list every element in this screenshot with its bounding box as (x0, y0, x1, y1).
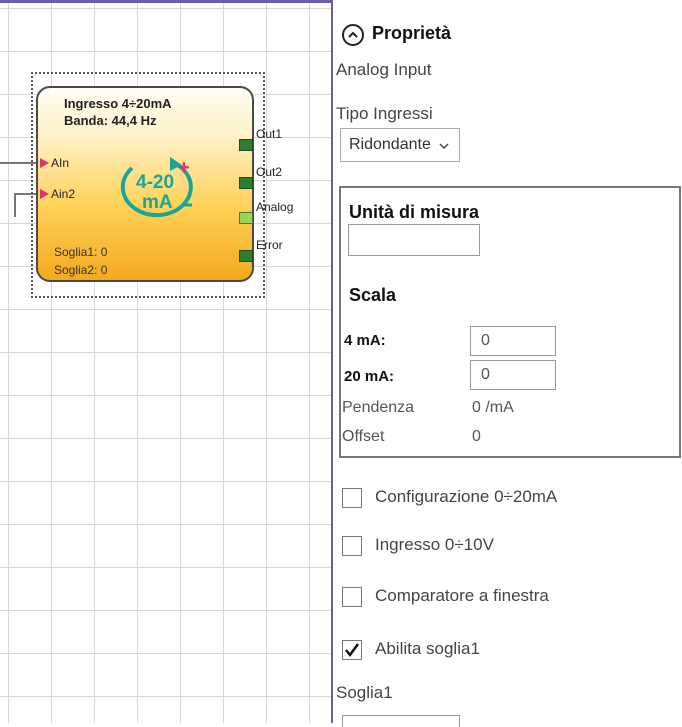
output-pin-out2[interactable] (239, 177, 253, 189)
input-type-selected-value: Ridondante (349, 136, 431, 153)
threshold1-input[interactable] (342, 715, 460, 727)
current-loop-icon: 4-20 mA + (120, 157, 193, 218)
output-pin-out1[interactable] (239, 139, 253, 151)
output-pin-out1-label: Out1 (256, 127, 283, 141)
checkbox-box[interactable] (342, 587, 362, 607)
output-pin-analog-label: Analog (256, 200, 294, 214)
block-threshold2: Soglia2: 0 (54, 263, 108, 277)
output-pin-error[interactable] (239, 250, 253, 262)
checkmark-icon (345, 643, 360, 658)
units-label: Unità di misura (349, 202, 480, 222)
canvas-top-border (0, 0, 331, 3)
checkbox-box[interactable] (342, 488, 362, 508)
output-pin-analog[interactable] (239, 212, 253, 224)
offset-value: 0 (472, 428, 481, 445)
icon-text-top: 4-20 (136, 172, 174, 193)
slope-label: Pendenza (342, 399, 415, 416)
ma4-input[interactable]: 0 (470, 326, 556, 356)
collapse-chevron-icon[interactable] (342, 24, 364, 46)
checkbox-label: Ingresso 0÷10V (375, 535, 494, 554)
input-pin-ain2-icon[interactable] (40, 189, 49, 199)
block-threshold1: Soglia1: 0 (54, 245, 108, 259)
component-type-label: Analog Input (336, 60, 432, 79)
checkbox-box-checked[interactable] (342, 640, 362, 660)
plus-icon: + (178, 157, 190, 179)
checkbox-label: Abilita soglia1 (375, 639, 480, 658)
output-pin-out2-label: Out2 (256, 165, 283, 179)
input-pin-ain-icon[interactable] (40, 158, 49, 168)
block-title: Ingresso 4÷20mA (64, 96, 172, 111)
checkbox-label: Comparatore a finestra (375, 586, 549, 605)
input-type-select[interactable]: Ridondante (340, 128, 460, 162)
ma20-input[interactable]: 0 (470, 360, 556, 390)
ma20-label: 20 mA: (344, 368, 395, 385)
icon-text-bottom: mA (142, 192, 173, 213)
units-input[interactable] (348, 224, 480, 256)
input-pin-ain-label: AIn (51, 156, 70, 170)
ma4-label: 4 mA: (344, 332, 386, 349)
properties-title: Proprietà (372, 23, 452, 43)
threshold1-label: Soglia1 (336, 683, 393, 702)
diagram-canvas[interactable]: Ingresso 4÷20mA Banda: 44,4 Hz AIn Ain2 … (0, 0, 331, 723)
chevron-down-icon (439, 143, 449, 150)
input-type-label: Tipo Ingressi (336, 104, 433, 123)
input-pin-ain2-label: Ain2 (51, 187, 76, 201)
checkbox-label: Configurazione 0÷20mA (375, 487, 558, 506)
wire-ain2-vertical (14, 193, 16, 217)
offset-label: Offset (342, 428, 385, 445)
checkbox-box[interactable] (342, 536, 362, 556)
block-band: Banda: 44,4 Hz (64, 113, 157, 128)
scale-label: Scala (349, 285, 397, 305)
slope-value: 0 /mA (472, 399, 514, 416)
output-pin-error-label: Error (256, 238, 283, 252)
